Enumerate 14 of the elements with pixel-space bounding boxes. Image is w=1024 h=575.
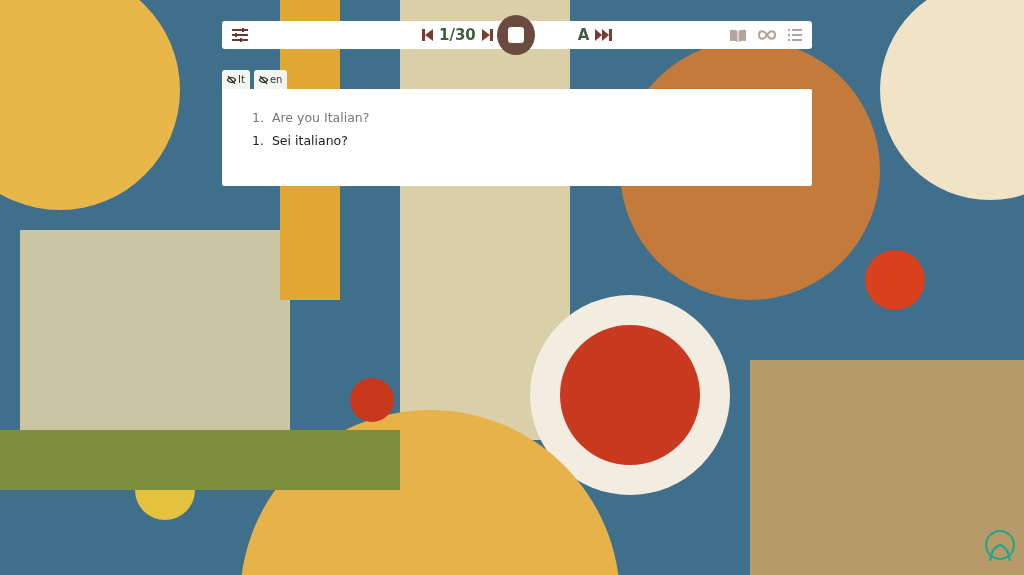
translation-text: Are you Italian? [271, 109, 370, 127]
language-tab[interactable]: It [222, 70, 250, 89]
settings-icon[interactable] [230, 28, 250, 42]
page-counter: 1/30 [439, 24, 476, 46]
line-number: 1. [252, 109, 264, 127]
language-tab[interactable]: en [253, 70, 288, 89]
next-icon[interactable] [479, 29, 495, 41]
eye-slash-icon [227, 75, 236, 84]
sentence-text: Sei italiano? [271, 131, 348, 150]
eye-slash-icon [258, 75, 268, 84]
line-number: 1. [252, 131, 264, 150]
stop-icon [508, 27, 524, 43]
previous-icon[interactable] [420, 29, 435, 41]
auto-label: A [577, 24, 590, 46]
